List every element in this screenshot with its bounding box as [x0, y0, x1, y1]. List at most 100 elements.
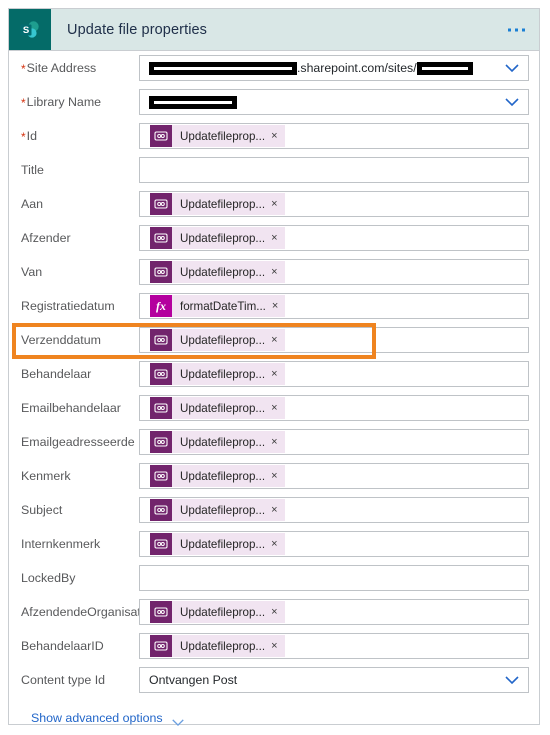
chip-remove-icon[interactable]: × [271, 368, 284, 380]
chip-label: Updatefileprop... [180, 367, 266, 381]
dynamic-content-chip[interactable]: Updatefileprop... × [150, 533, 285, 555]
chip-label: Updatefileprop... [180, 333, 266, 347]
dynamic-content-chip[interactable]: Updatefileprop... × [150, 601, 285, 623]
dynamic-content-token-icon [150, 363, 172, 385]
dynamic-content-token-icon [150, 635, 172, 657]
library-name-input[interactable] [139, 89, 529, 115]
content-type-id-value: Ontvangen Post [149, 673, 238, 687]
behandelaarid-input[interactable]: Updatefileprop... × [139, 633, 529, 659]
form-row-emailbehandelaar: Emailbehandelaar Updatefileprop... × [9, 391, 539, 425]
expression-chip[interactable]: fx formatDateTim... × [150, 295, 286, 317]
form-row-aan: Aan Updatefileprop... × [9, 187, 539, 221]
chip-remove-icon[interactable]: × [271, 198, 284, 210]
form-row-kenmerk: Kenmerk Updatefileprop... × [9, 459, 539, 493]
chip-remove-icon[interactable]: × [271, 504, 284, 516]
content-type-id-dropdown[interactable]: Ontvangen Post [139, 667, 529, 693]
dynamic-content-chip[interactable]: Updatefileprop... × [150, 227, 285, 249]
field-label-aan: Aan [9, 197, 139, 211]
form-row-emailgeadresseerde: Emailgeadresseerde Updatefileprop... × [9, 425, 539, 459]
dynamic-content-chip[interactable]: Updatefileprop... × [150, 193, 285, 215]
dynamic-content-chip[interactable]: Updatefileprop... × [150, 465, 285, 487]
dynamic-content-chip[interactable]: Updatefileprop... × [150, 499, 285, 521]
chip-label: Updatefileprop... [180, 435, 266, 449]
dynamic-content-chip[interactable]: Updatefileprop... × [150, 363, 285, 385]
emailgeadresseerde-input[interactable]: Updatefileprop... × [139, 429, 529, 455]
chip-label: Updatefileprop... [180, 605, 266, 619]
dynamic-content-chip[interactable]: Updatefileprop... × [150, 635, 285, 657]
field-label-text: BehandelaarID [21, 639, 104, 653]
chip-remove-icon[interactable]: × [271, 436, 284, 448]
library-name-value [140, 95, 237, 109]
ellipsis-dot [508, 28, 511, 31]
chevron-down-icon[interactable] [504, 63, 520, 73]
dynamic-content-token-icon [150, 227, 172, 249]
aan-input[interactable]: Updatefileprop... × [139, 191, 529, 217]
title-input[interactable] [139, 157, 529, 183]
field-label-text: Subject [21, 503, 63, 517]
dynamic-content-token-icon [150, 601, 172, 623]
required-indicator: * [21, 130, 26, 143]
show-advanced-options-link[interactable]: Show advanced options [31, 711, 163, 725]
lockedby-input[interactable] [139, 565, 529, 591]
behandelaar-input[interactable]: Updatefileprop... × [139, 361, 529, 387]
chip-remove-icon[interactable]: × [271, 538, 284, 550]
dynamic-content-chip[interactable]: Updatefileprop... × [150, 329, 285, 351]
form-row-verzenddatum: Verzenddatum Updatefileprop... × [9, 323, 539, 357]
field-label-text: AfzendendeOrganisatie [21, 605, 139, 619]
fx-expression-icon: fx [150, 295, 172, 317]
chevron-down-icon[interactable] [171, 714, 185, 726]
field-label-content-type-id: Content type Id [21, 673, 106, 687]
form-row-behandelaarid: BehandelaarID Updatefileprop... × [9, 629, 539, 663]
form-row-behandelaar: Behandelaar Updatefileprop... × [9, 357, 539, 391]
dynamic-content-token-icon [150, 261, 172, 283]
afzendendeorganisatie-input[interactable]: Updatefileprop... × [139, 599, 529, 625]
field-label-van: Van [9, 265, 139, 279]
chevron-down-icon[interactable] [504, 675, 520, 685]
site-address-input[interactable]: .sharepoint.com/sites/ [139, 55, 529, 81]
field-label-emailbehandelaar: Emailbehandelaar [9, 401, 139, 415]
form-row-id: *Id Updatefileprop... × [9, 119, 539, 153]
field-label-subject: Subject [9, 503, 139, 517]
chip-remove-icon[interactable]: × [272, 300, 285, 312]
internkenmerk-input[interactable]: Updatefileprop... × [139, 531, 529, 557]
chevron-down-icon[interactable] [504, 97, 520, 107]
chip-label: Updatefileprop... [180, 401, 266, 415]
dynamic-content-chip[interactable]: Updatefileprop... × [150, 431, 285, 453]
dynamic-content-chip[interactable]: Updatefileprop... × [150, 261, 285, 283]
chip-label: Updatefileprop... [180, 639, 266, 653]
field-label-text: Emailbehandelaar [21, 401, 121, 415]
form-row-content-type-id: Content type Id Ontvangen Post [9, 663, 539, 697]
ellipsis-menu-icon[interactable] [508, 28, 525, 31]
chip-remove-icon[interactable]: × [271, 266, 284, 278]
form-row-library-name: *Library Name [9, 85, 539, 119]
chip-remove-icon[interactable]: × [271, 402, 284, 414]
required-indicator: * [21, 96, 26, 109]
dynamic-content-token-icon [150, 329, 172, 351]
chip-label: Updatefileprop... [180, 537, 266, 551]
field-label-behandelaarid: BehandelaarID [9, 639, 139, 653]
redaction-bar [149, 61, 297, 75]
chip-remove-icon[interactable]: × [271, 640, 284, 652]
dynamic-content-chip[interactable]: Updatefileprop... × [150, 125, 285, 147]
van-input[interactable]: Updatefileprop... × [139, 259, 529, 285]
redaction-bar [149, 95, 237, 109]
chip-remove-icon[interactable]: × [271, 334, 284, 346]
chip-remove-icon[interactable]: × [271, 606, 284, 618]
chip-label: Updatefileprop... [180, 231, 266, 245]
emailbehandelaar-input[interactable]: Updatefileprop... × [139, 395, 529, 421]
id-input[interactable]: Updatefileprop... × [139, 123, 529, 149]
verzenddatum-input[interactable]: Updatefileprop... × [139, 327, 529, 353]
chip-label: Updatefileprop... [180, 503, 266, 517]
kenmerk-input[interactable]: Updatefileprop... × [139, 463, 529, 489]
form-row-title: Title [9, 153, 539, 187]
form-row-registratiedatum: Registratiedatum fx formatDateTim... × [9, 289, 539, 323]
subject-input[interactable]: Updatefileprop... × [139, 497, 529, 523]
chip-remove-icon[interactable]: × [271, 130, 284, 142]
registratiedatum-input[interactable]: fx formatDateTim... × [139, 293, 529, 319]
site-address-domain-text: .sharepoint.com/sites/ [297, 61, 417, 75]
dynamic-content-chip[interactable]: Updatefileprop... × [150, 397, 285, 419]
chip-remove-icon[interactable]: × [271, 470, 284, 482]
chip-remove-icon[interactable]: × [271, 232, 284, 244]
afzender-input[interactable]: Updatefileprop... × [139, 225, 529, 251]
field-label-text: Afzender [21, 231, 71, 245]
